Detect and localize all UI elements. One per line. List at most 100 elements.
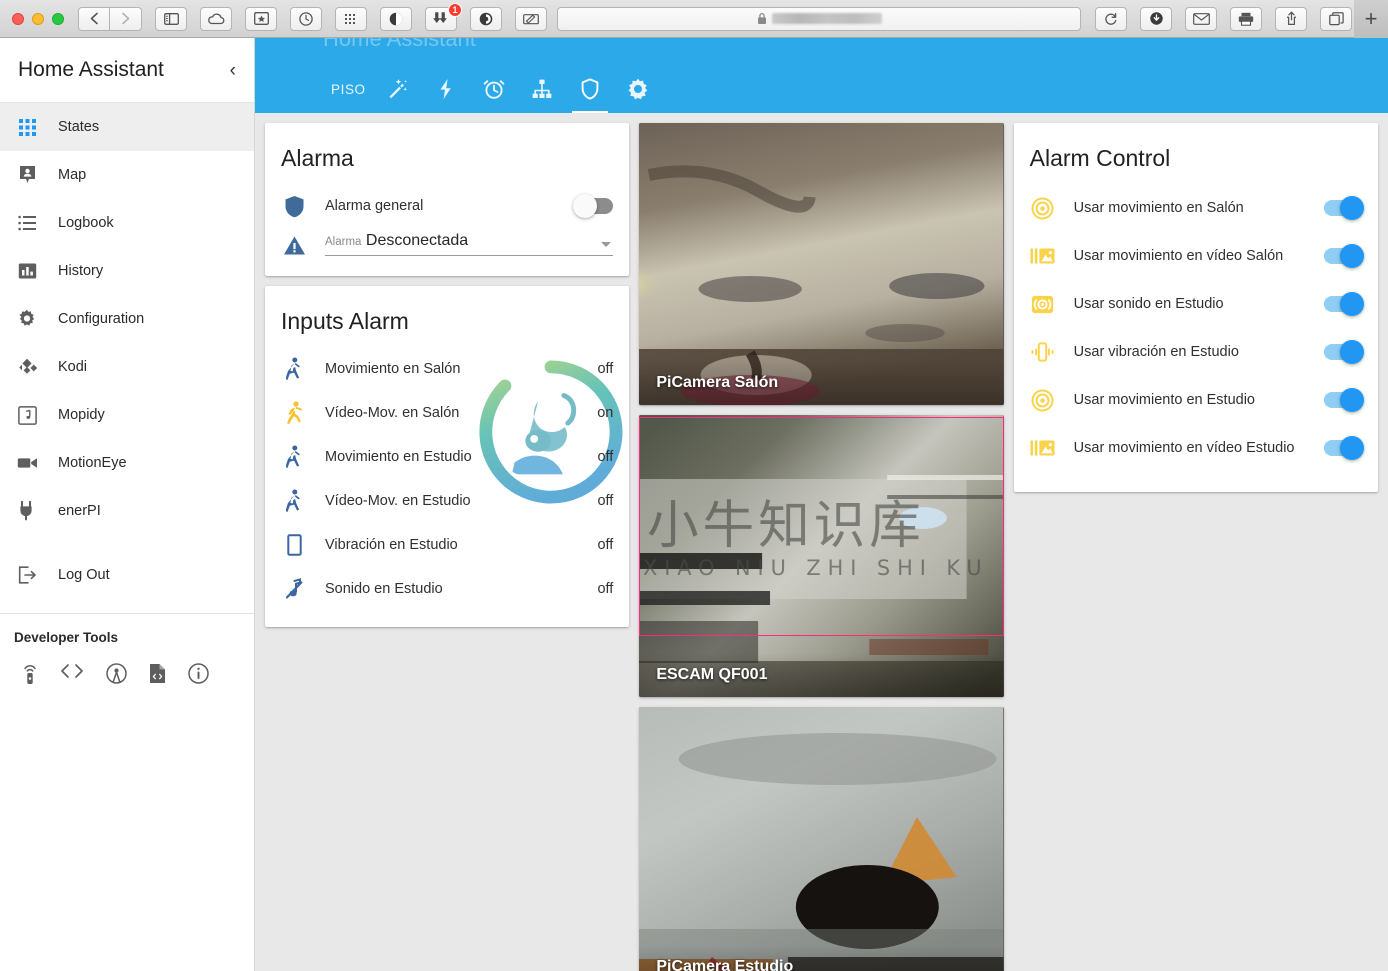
alarm-clock-icon: [483, 80, 505, 99]
tabs-overview-group: [1320, 6, 1352, 31]
sidebar-item-states[interactable]: States: [0, 103, 254, 151]
back-icon: [90, 12, 98, 25]
svg-text:XIAO NIU ZHI SHI KU: XIAO NIU ZHI SHI KU: [643, 556, 989, 580]
music-off-icon: [281, 578, 307, 600]
alarm-control-toggle[interactable]: [1323, 436, 1364, 460]
tabs-overview-button[interactable]: [1320, 6, 1352, 31]
input-label: Vídeo-Mov. en Salón: [325, 405, 460, 421]
reload-button[interactable]: [1095, 6, 1127, 31]
mail-button[interactable]: [1185, 6, 1217, 31]
input-state: off: [597, 449, 614, 465]
input-state: off: [597, 361, 614, 377]
alarm-control-row: Usar vibración en Estudio: [1014, 328, 1378, 376]
icloud-tabs-button[interactable]: [200, 6, 232, 31]
sidebar-item-logout[interactable]: Log Out: [0, 551, 254, 599]
top-sites-grid-icon: [345, 13, 355, 24]
run-icon: [281, 401, 307, 425]
view-content: Alarma Alarma general Alarma Desconectad…: [255, 113, 1388, 971]
new-tab-button[interactable]: +: [1354, 0, 1388, 38]
video-motion-icon: [1030, 246, 1056, 266]
alarma-state-select[interactable]: Alarma Desconectada: [325, 232, 614, 256]
share-button[interactable]: [1275, 6, 1307, 31]
history-button[interactable]: [290, 6, 322, 31]
tab-automations[interactable]: [374, 65, 422, 113]
alarm-control-toggle[interactable]: [1323, 196, 1364, 220]
remote-services-icon[interactable]: [22, 663, 38, 685]
tab-settings[interactable]: [614, 65, 662, 113]
extension-group: [470, 6, 502, 31]
alarm-control-label: Usar movimiento en vídeo Estudio: [1073, 440, 1295, 456]
sidebar-item-motioneye[interactable]: MotionEye: [0, 439, 254, 487]
notepad-button[interactable]: [515, 6, 547, 31]
lock-icon: [757, 12, 766, 24]
input-row: Movimiento en Salón off: [265, 347, 629, 391]
sidebar-icon: [163, 12, 179, 25]
bookmarks-button[interactable]: [245, 6, 277, 31]
minimize-window-button[interactable]: [32, 12, 44, 25]
sidebar-item-label: MotionEye: [58, 455, 127, 471]
sidebar-item-mopidy[interactable]: Mopidy: [0, 391, 254, 439]
reload-icon: [1105, 12, 1117, 25]
tab-alarm[interactable]: [566, 65, 614, 113]
collapse-sidebar-button[interactable]: ‹: [230, 61, 236, 80]
sidebar-item-map[interactable]: Map: [0, 151, 254, 199]
downloads-button[interactable]: 1: [425, 2, 462, 31]
camera-card-picamera-salon[interactable]: PiCamera Salón: [639, 123, 1004, 405]
column-left: Alarma Alarma general Alarma Desconectad…: [265, 123, 630, 627]
tab-groups[interactable]: [518, 65, 566, 113]
app-title-ghost: Home Assistant: [323, 38, 476, 51]
sidebar-item-kodi[interactable]: Kodi: [0, 343, 254, 391]
tab-piso[interactable]: PISO: [323, 65, 374, 113]
sidebar-item-configuration[interactable]: Configuration: [0, 295, 254, 343]
tab-scripts[interactable]: [422, 65, 470, 113]
top-sites-group: [335, 6, 367, 31]
camera-card-picamera-estudio[interactable]: PiCamera Estudio: [639, 707, 1004, 971]
alarm-control-toggle[interactable]: [1323, 388, 1364, 412]
input-label: Vibración en Estudio: [325, 537, 458, 553]
info-icon[interactable]: [188, 663, 209, 685]
adblock-button[interactable]: [380, 6, 412, 31]
states-file-icon[interactable]: [149, 663, 166, 685]
events-broadcast-icon[interactable]: [106, 663, 127, 685]
alarm-control-row: Usar movimiento en vídeo Salón: [1014, 232, 1378, 280]
motion-sensor-icon: [1030, 197, 1056, 220]
sidebar-title: Home Assistant: [18, 58, 164, 81]
alarma-state-row: Alarma Desconectada: [265, 228, 629, 276]
video-camera-icon: [14, 450, 40, 476]
window-traffic-lights: [0, 12, 74, 25]
download-button[interactable]: [1140, 6, 1172, 31]
input-state: on: [597, 405, 614, 421]
sidebar-item-logbook[interactable]: Logbook: [0, 199, 254, 247]
url-bar[interactable]: [557, 6, 1081, 31]
input-state: off: [597, 493, 614, 509]
sidebar-item-enerpi[interactable]: enerPI: [0, 487, 254, 535]
extension-button[interactable]: [470, 6, 502, 31]
adblock-group: [380, 6, 412, 31]
back-button[interactable]: [78, 6, 110, 31]
app-header: Home Assistant PISO: [255, 38, 1388, 113]
camera-name: PiCamera Estudio: [639, 945, 1004, 971]
sidebar-item-history[interactable]: History: [0, 247, 254, 295]
print-button[interactable]: [1230, 6, 1262, 31]
template-code-icon[interactable]: [60, 663, 84, 685]
top-sites-button[interactable]: [335, 6, 367, 31]
inputs-alarm-card: Inputs Alarm Movimiento en Salón off Víd…: [265, 286, 630, 627]
alarm-control-toggle[interactable]: [1323, 292, 1364, 316]
sidebar-item-label: History: [58, 263, 104, 279]
alarma-general-toggle[interactable]: [573, 194, 614, 218]
close-window-button[interactable]: [12, 12, 24, 25]
home-assistant-app: Home Assistant ‹ States Map Logbook Hist…: [0, 38, 1388, 971]
alarm-control-toggle[interactable]: [1323, 340, 1364, 364]
maximize-window-button[interactable]: [52, 12, 64, 25]
extension-icon: [479, 12, 493, 25]
input-row: Vibración en Estudio off: [265, 523, 629, 567]
forward-button[interactable]: [110, 6, 142, 31]
sidebar-item-label: Map: [58, 167, 87, 183]
magic-wand-icon: [389, 79, 407, 99]
alarm-control-toggle[interactable]: [1323, 244, 1364, 268]
sidebar: Home Assistant ‹ States Map Logbook Hist…: [0, 38, 255, 971]
developer-tools-icons: [0, 645, 254, 685]
tab-timers[interactable]: [470, 65, 518, 113]
camera-card-escam-qf001[interactable]: 小牛知识库 XIAO NIU ZHI SHI KU ESCAM QF001: [639, 415, 1004, 697]
show-sidebar-button[interactable]: [155, 6, 187, 31]
